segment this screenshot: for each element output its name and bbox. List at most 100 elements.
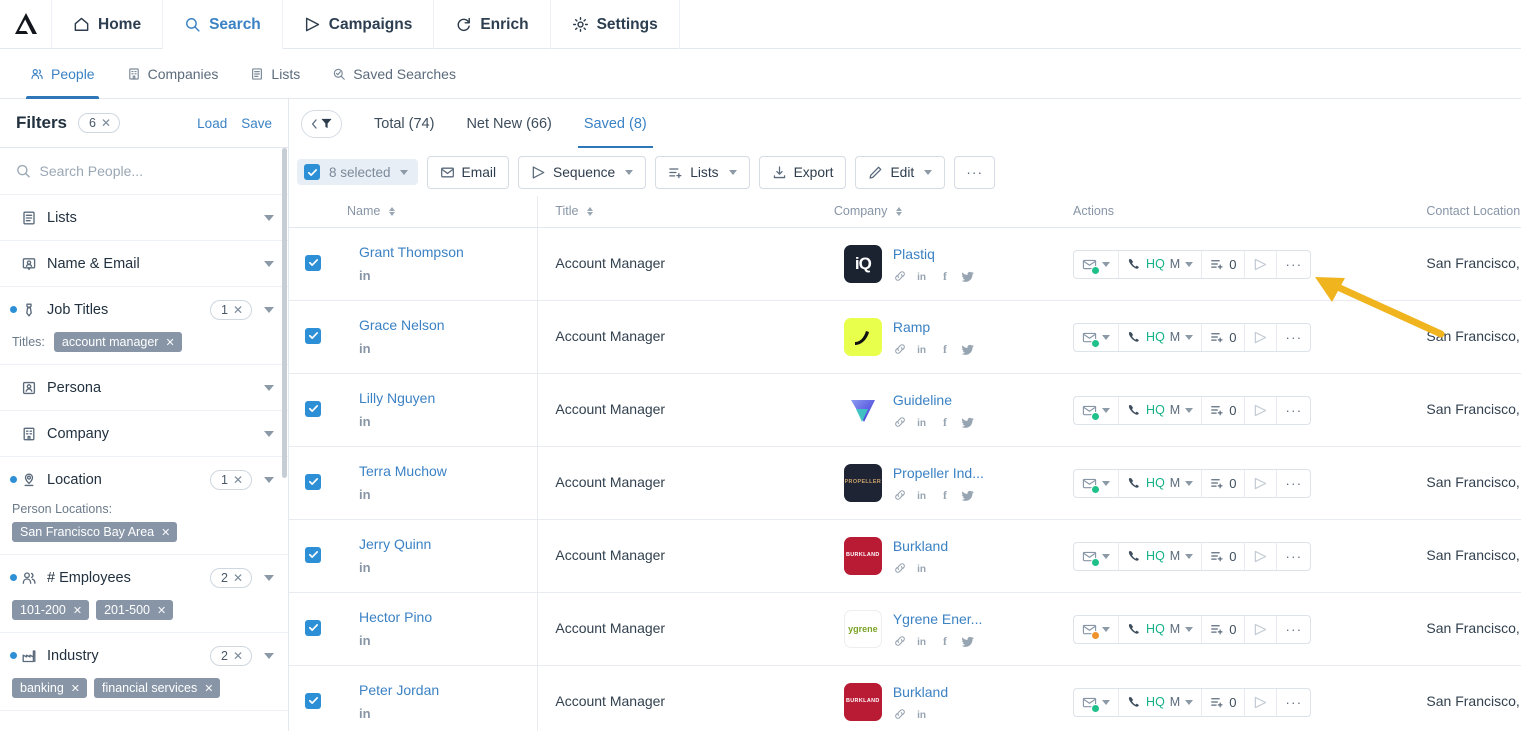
chevron-down-icon[interactable]: [1102, 334, 1111, 340]
search-people-input[interactable]: [39, 163, 272, 179]
load-filters-link[interactable]: Load: [197, 116, 227, 131]
send-sequence-button[interactable]: [1245, 469, 1278, 497]
link-icon[interactable]: [893, 707, 907, 721]
email-status-button[interactable]: [1074, 542, 1120, 570]
result-tab-saved[interactable]: Saved (8): [568, 99, 663, 148]
table-row[interactable]: Grace Nelson in Account Manager Ramp in f HQ M 0…: [289, 300, 1521, 374]
send-sequence-button[interactable]: [1245, 396, 1278, 424]
chevron-down-icon[interactable]: [1185, 261, 1194, 267]
email-status-button[interactable]: [1074, 469, 1120, 497]
add-to-list-button[interactable]: 0: [1202, 615, 1246, 643]
clear-filters-icon[interactable]: ✕: [101, 117, 111, 129]
chevron-down-icon[interactable]: [1185, 699, 1194, 705]
row-checkbox[interactable]: [305, 327, 321, 344]
company-name-link[interactable]: Guideline: [893, 391, 975, 409]
nav-item-settings[interactable]: Settings: [551, 0, 680, 49]
table-row[interactable]: Terra Muchow in Account Manager PROPELLER Pr…: [289, 446, 1521, 520]
chevron-down-icon[interactable]: [264, 306, 274, 313]
phone-button[interactable]: HQ M: [1119, 250, 1203, 278]
add-to-list-button[interactable]: 0: [1202, 323, 1246, 351]
lists-button[interactable]: Lists: [655, 155, 750, 189]
row-checkbox[interactable]: [305, 400, 321, 417]
chevron-down-icon[interactable]: [1185, 407, 1194, 413]
filter-tag[interactable]: account manager ✕: [53, 332, 182, 352]
chevron-down-icon[interactable]: [264, 384, 274, 391]
chevron-down-icon[interactable]: [264, 430, 274, 437]
clear-filter-icon[interactable]: ✕: [233, 572, 243, 584]
send-sequence-button[interactable]: [1245, 615, 1278, 643]
linkedin-icon[interactable]: in: [916, 269, 930, 283]
filter-tag[interactable]: banking ✕: [12, 678, 88, 698]
filter-row[interactable]: Name & Email: [0, 241, 288, 286]
tab-people[interactable]: People: [14, 49, 111, 99]
phone-button[interactable]: HQ M: [1119, 615, 1203, 643]
chevron-down-icon[interactable]: [1185, 480, 1194, 486]
linkedin-icon[interactable]: in: [916, 707, 930, 721]
app-logo[interactable]: [0, 0, 52, 48]
linkedin-icon[interactable]: in: [916, 342, 930, 356]
linkedin-icon[interactable]: in: [916, 415, 930, 429]
chevron-down-icon[interactable]: [1102, 261, 1111, 267]
facebook-icon[interactable]: f: [939, 415, 953, 429]
filter-tag[interactable]: San Francisco Bay Area ✕: [12, 522, 178, 542]
row-checkbox[interactable]: [305, 254, 321, 271]
table-row[interactable]: Lilly Nguyen in Account Manager Guideline in…: [289, 373, 1521, 447]
tab-saved-searches[interactable]: Saved Searches: [316, 49, 472, 99]
table-row[interactable]: Hector Pino in Account Manager ygrene Ygrene…: [289, 592, 1521, 666]
send-sequence-button[interactable]: [1245, 323, 1278, 351]
linkedin-icon[interactable]: in: [916, 488, 930, 502]
filter-count-pill[interactable]: 2 ✕: [209, 645, 252, 666]
phone-button[interactable]: HQ M: [1119, 396, 1203, 424]
facebook-icon[interactable]: f: [939, 634, 953, 648]
th-name[interactable]: Name: [346, 196, 538, 228]
email-status-button[interactable]: [1074, 396, 1120, 424]
person-name-link[interactable]: Peter Jordan: [359, 681, 537, 700]
filter-count-pill[interactable]: 2 ✕: [209, 567, 252, 588]
filter-row[interactable]: Company: [0, 411, 288, 456]
linkedin-icon[interactable]: in: [359, 414, 371, 429]
chevron-down-icon[interactable]: [264, 476, 274, 483]
facebook-icon[interactable]: f: [939, 342, 953, 356]
phone-button[interactable]: HQ M: [1119, 542, 1203, 570]
company-name-link[interactable]: Propeller Ind...: [893, 464, 984, 482]
link-icon[interactable]: [893, 488, 907, 502]
chevron-down-icon[interactable]: [1185, 553, 1194, 559]
chevron-down-icon[interactable]: [264, 214, 274, 221]
filter-count-pill[interactable]: 1 ✕: [209, 469, 252, 490]
phone-button[interactable]: HQ M: [1119, 469, 1203, 497]
select-all-checkbox[interactable]: [304, 164, 320, 180]
th-company[interactable]: Company: [833, 196, 1074, 228]
add-to-list-button[interactable]: 0: [1202, 542, 1246, 570]
link-icon[interactable]: [893, 415, 907, 429]
chevron-down-icon[interactable]: [264, 652, 274, 659]
person-name-link[interactable]: Jerry Quinn: [359, 535, 537, 554]
clear-filter-icon[interactable]: ✕: [233, 650, 243, 662]
remove-tag-icon[interactable]: ✕: [73, 604, 82, 617]
export-button[interactable]: Export: [758, 155, 847, 189]
twitter-icon[interactable]: [961, 270, 975, 283]
email-status-button[interactable]: [1074, 615, 1120, 643]
row-more-button[interactable]: ···: [1277, 251, 1310, 278]
twitter-icon[interactable]: [961, 343, 975, 356]
result-tab-net[interactable]: Net New (66): [450, 99, 567, 148]
clear-filter-icon[interactable]: ✕: [233, 304, 243, 316]
remove-tag-icon[interactable]: ✕: [71, 682, 80, 695]
nav-item-search[interactable]: Search: [163, 0, 283, 50]
filter-tag[interactable]: financial services ✕: [94, 678, 221, 698]
collapse-filters-button[interactable]: [301, 109, 342, 138]
linkedin-icon[interactable]: in: [359, 560, 371, 575]
person-name-link[interactable]: Grant Thompson: [359, 243, 537, 262]
add-to-list-button[interactable]: 0: [1202, 469, 1246, 497]
chevron-down-icon[interactable]: [1185, 334, 1194, 340]
row-checkbox[interactable]: [305, 546, 321, 563]
row-more-button[interactable]: ···: [1277, 616, 1310, 643]
phone-button[interactable]: HQ M: [1119, 688, 1203, 716]
filters-count-pill[interactable]: 6 ✕: [78, 113, 121, 133]
twitter-icon[interactable]: [961, 635, 975, 648]
row-checkbox[interactable]: [305, 692, 321, 709]
filter-tag[interactable]: 201-500 ✕: [96, 600, 174, 620]
twitter-icon[interactable]: [961, 416, 975, 429]
add-to-list-button[interactable]: 0: [1202, 396, 1246, 424]
facebook-icon[interactable]: f: [939, 488, 953, 502]
chevron-down-icon[interactable]: [1102, 480, 1111, 486]
